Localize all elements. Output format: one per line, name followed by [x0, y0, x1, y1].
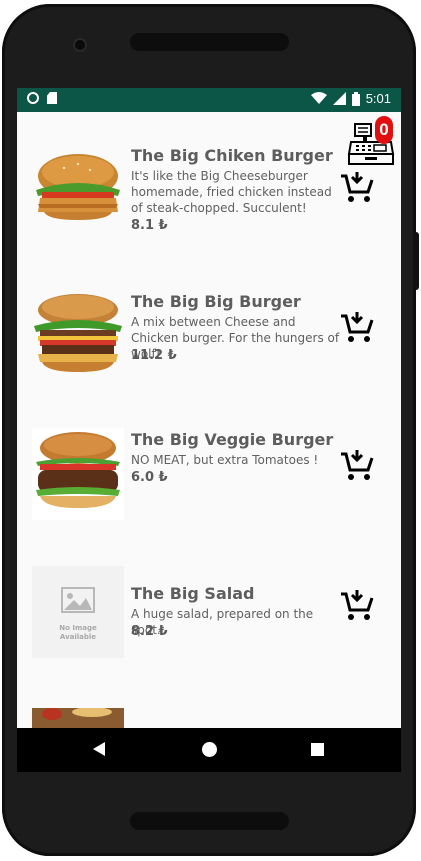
add-to-cart-button[interactable] — [340, 448, 374, 482]
signal-icon — [332, 92, 346, 105]
recent-apps-icon[interactable] — [311, 743, 324, 756]
notification-circle-icon — [27, 92, 39, 104]
product-price: 8.2 ₺ — [131, 624, 168, 639]
product-image — [32, 146, 124, 238]
product-price: 6.0 ₺ — [131, 470, 168, 485]
no-image-placeholder: No Image Available — [32, 566, 124, 658]
product-title: The Big Chiken Burger — [131, 146, 333, 165]
add-to-cart-button[interactable] — [340, 588, 374, 622]
cart-download-icon — [341, 590, 374, 620]
power-button — [413, 232, 419, 290]
wifi-icon — [310, 92, 327, 104]
product-description: NO MEAT, but extra Tomatoes ! — [131, 453, 319, 467]
product-price: 8.1 ₺ — [131, 218, 168, 233]
image-placeholder-icon — [61, 587, 95, 613]
product-title: The Big Salad — [131, 584, 255, 603]
battery-icon — [351, 91, 360, 106]
navigation-bar — [17, 728, 401, 772]
product-image — [32, 428, 124, 520]
home-icon[interactable] — [202, 742, 217, 757]
bottom-speaker — [130, 812, 289, 830]
product-price: 11.2 ₺ — [131, 348, 177, 363]
status-time: 5:01 — [365, 91, 391, 106]
front-camera — [73, 38, 87, 52]
back-icon[interactable] — [93, 742, 105, 756]
product-image — [32, 708, 124, 728]
cart-download-icon — [341, 172, 374, 202]
add-to-cart-button[interactable] — [340, 310, 374, 344]
sd-card-icon — [47, 92, 57, 104]
no-image-label: No Image — [59, 624, 97, 632]
product-description: It's like the Big Cheeseburger homemade,… — [131, 169, 332, 215]
cart-download-icon — [341, 312, 374, 342]
product-image — [32, 290, 124, 382]
screen: 5:01 0 The Big Chiken Burger It's like t… — [17, 88, 401, 772]
top-speaker — [130, 33, 289, 51]
status-bar: 5:01 — [17, 88, 401, 112]
available-label: Available — [59, 633, 97, 641]
add-to-cart-button[interactable] — [340, 170, 374, 204]
menu-list[interactable]: 0 The Big Chiken Burger It's like the Bi… — [17, 112, 401, 728]
product-title: The Big Big Burger — [131, 292, 301, 311]
phone-frame: 5:01 0 The Big Chiken Burger It's like t… — [2, 4, 419, 856]
cart-download-icon — [341, 450, 374, 480]
product-title: The Big Veggie Burger — [131, 430, 334, 449]
